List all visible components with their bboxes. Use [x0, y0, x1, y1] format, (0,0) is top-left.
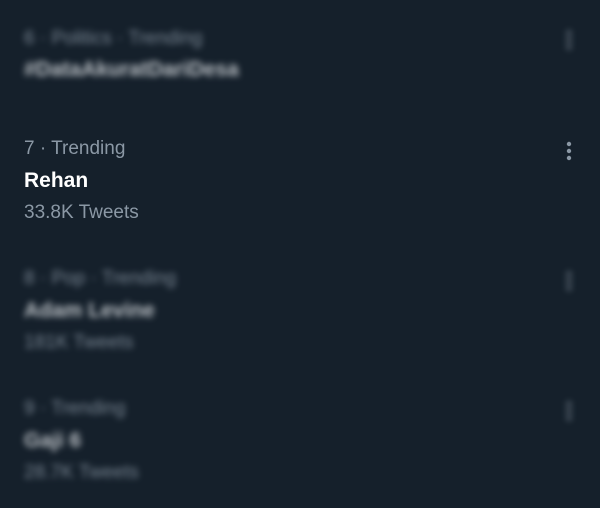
- trend-item-6[interactable]: 6 · Politics · Trending #DataAkuratDariD…: [0, 0, 600, 112]
- trend-tweet-count: 181K Tweets: [24, 332, 134, 353]
- trends-list: 6 · Politics · Trending #DataAkuratDariD…: [0, 0, 600, 508]
- more-vertical-icon: [566, 30, 572, 50]
- more-options-button[interactable]: [556, 398, 582, 424]
- more-options-button[interactable]: [556, 268, 582, 294]
- trend-name: #DataAkuratDariDesa: [24, 58, 239, 81]
- trend-name: Rehan: [24, 169, 89, 192]
- trend-item-8[interactable]: 8 · Pop · Trending Adam Levine 181K Twee…: [0, 250, 600, 380]
- more-options-button[interactable]: [556, 138, 582, 164]
- trend-meta: 7 · Trending: [24, 138, 126, 159]
- trend-meta: 6 · Politics · Trending: [24, 28, 203, 49]
- more-vertical-icon: [566, 401, 572, 421]
- trend-meta: 8 · Pop · Trending: [24, 268, 177, 289]
- trend-tweet-count: 28.7K Tweets: [24, 462, 139, 483]
- trend-tweet-count: 33.8K Tweets: [24, 202, 139, 223]
- trend-name: Adam Levine: [24, 299, 155, 322]
- more-options-button[interactable]: [556, 27, 582, 53]
- trend-item-9[interactable]: 9 · Trending Gaji 6 28.7K Tweets: [0, 380, 600, 508]
- trend-item-7[interactable]: 7 · Trending Rehan 33.8K Tweets: [0, 112, 600, 250]
- more-vertical-icon: [566, 271, 572, 291]
- more-vertical-icon: [566, 141, 572, 161]
- trend-meta: 9 · Trending: [24, 398, 126, 419]
- trend-name: Gaji 6: [24, 429, 82, 452]
